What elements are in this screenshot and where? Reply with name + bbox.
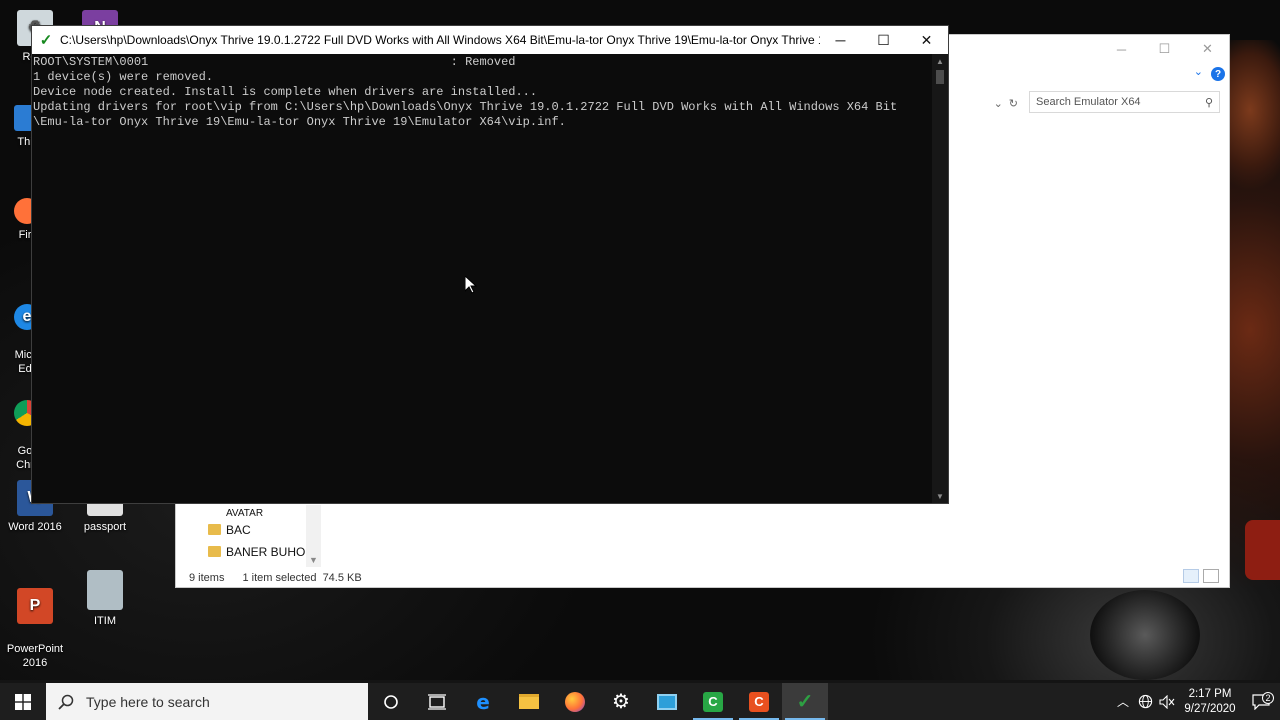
maximize-icon[interactable]: ☐ (1143, 35, 1186, 63)
help-icon[interactable]: ? (1211, 67, 1225, 81)
nav-pane-scrollbar[interactable]: ▼ (306, 505, 321, 567)
navigation-pane: AVATAR BAC BANER BUHOS (176, 505, 321, 565)
desktop-icon-powerpoint[interactable]: P PowerPoint 2016 (0, 574, 70, 670)
console-line: 1 device(s) were removed. (33, 70, 214, 84)
checkmark-icon: ✓ (39, 32, 53, 49)
nav-item-avatar[interactable]: AVATAR (176, 505, 321, 519)
console-output: ROOT\SYSTEM\0001 : Removed 1 device(s) w… (32, 54, 932, 130)
camtasia-green-icon: C (703, 691, 723, 712)
firefox-icon (565, 691, 585, 712)
edge-icon: e (476, 689, 490, 714)
nav-item-bac[interactable]: BAC (176, 519, 321, 541)
desktop-icon-itim[interactable]: ITIM (70, 570, 140, 628)
desktop-icon-label: passport (83, 521, 127, 533)
status-bar: 9 items 1 item selected 74.5 KB (176, 569, 1229, 587)
mouse-cursor-icon (465, 276, 477, 294)
search-icon: ⚲ (1204, 96, 1213, 109)
window-app-icon (657, 693, 677, 710)
desktop-icon-label: ITIM (94, 615, 116, 627)
document-icon (87, 570, 123, 610)
speaker-muted-icon[interactable] (1156, 694, 1178, 709)
chevron-up-icon[interactable]: ︿ (1112, 693, 1134, 710)
desktop-icon-label: PowerPoint 2016 (6, 643, 64, 669)
status-item-count: 9 items (189, 572, 225, 584)
status-selection: 1 item selected 74.5 KB (242, 572, 362, 584)
taskbar-file-explorer[interactable] (506, 683, 552, 720)
task-view-icon (428, 693, 446, 710)
folder-icon (208, 546, 221, 557)
large-icons-view-icon[interactable] (1203, 569, 1219, 583)
wallpaper-red-shape (1245, 520, 1280, 580)
console-window-controls: ─ ☐ ✕ (819, 26, 948, 54)
system-tray: ︿ 2:17 PM 9/27/2020 2 (1112, 683, 1280, 720)
nav-item-label: BANER BUHOS (226, 545, 314, 559)
console-scrollbar[interactable]: ▲ ▼ (932, 54, 948, 503)
taskbar-firefox[interactable] (552, 683, 598, 720)
scroll-down-icon[interactable]: ▼ (932, 489, 948, 503)
cortana-icon (384, 694, 398, 709)
desktop-icon-label: Word 2016 (8, 521, 62, 533)
details-view-icon[interactable] (1183, 569, 1199, 583)
task-view-button[interactable] (414, 683, 460, 720)
taskbar: Type here to search e ⚙ C C ✓ ︿ 2:17 PM … (0, 683, 1280, 720)
close-button[interactable]: ✕ (905, 26, 948, 54)
taskbar-app-window[interactable] (644, 683, 690, 720)
start-button[interactable] (0, 683, 46, 720)
taskbar-settings[interactable]: ⚙ (598, 683, 644, 720)
taskbar-camtasia-green[interactable]: C (690, 683, 736, 720)
notification-count-badge: 2 (1262, 691, 1274, 704)
close-icon[interactable]: ✕ (1186, 35, 1229, 63)
taskbar-search-box[interactable]: Type here to search (46, 683, 368, 720)
console-title: C:\Users\hp\Downloads\Onyx Thrive 19.0.1… (60, 33, 820, 47)
clock-date: 9/27/2020 (1184, 702, 1236, 715)
powerpoint-icon: P (17, 588, 53, 624)
camtasia-orange-icon: C (749, 691, 769, 712)
console-window[interactable]: ✓ C:\Users\hp\Downloads\Onyx Thrive 19.0… (31, 25, 949, 504)
console-line: ROOT\SYSTEM\0001 : Removed (33, 55, 516, 69)
cortana-button[interactable] (368, 683, 414, 720)
taskbar-edge[interactable]: e (460, 683, 506, 720)
ribbon-expand-icon[interactable]: ⌄ (1194, 65, 1203, 78)
network-globe-icon[interactable] (1134, 694, 1156, 709)
view-toggle (1183, 569, 1219, 583)
search-input[interactable]: Search Emulator X64 ⚲ (1029, 91, 1220, 113)
scroll-thumb[interactable] (936, 70, 944, 84)
maximize-button[interactable]: ☐ (862, 26, 905, 54)
refresh-icon[interactable]: ↻ (1009, 97, 1018, 110)
console-line: Updating drivers for root\vip from C:\Us… (33, 100, 898, 114)
folder-icon (208, 524, 221, 535)
console-line: \Emu-la-tor Onyx Thrive 19\Emu-la-tor On… (33, 115, 566, 129)
action-center-button[interactable]: 2 (1242, 691, 1280, 710)
taskbar-search-placeholder: Type here to search (86, 693, 210, 710)
taskbar-console-check[interactable]: ✓ (782, 683, 828, 720)
desktop-icon-label: Fir (18, 229, 32, 241)
search-placeholder: Search Emulator X64 (1036, 96, 1141, 108)
taskbar-clock[interactable]: 2:17 PM 9/27/2020 (1178, 687, 1242, 717)
console-titlebar[interactable]: ✓ C:\Users\hp\Downloads\Onyx Thrive 19.0… (32, 26, 948, 54)
nav-item-label: BAC (226, 523, 251, 537)
windows-logo-icon (15, 693, 31, 710)
gear-icon: ⚙ (612, 691, 630, 713)
minimize-icon[interactable]: ─ (1100, 35, 1143, 63)
folder-icon (519, 694, 539, 709)
explorer-window-controls: ─ ☐ ✕ (1100, 35, 1229, 63)
clock-time: 2:17 PM (1188, 687, 1232, 700)
console-line: Device node created. Install is complete… (33, 85, 538, 99)
checkmark-icon: ✓ (796, 691, 814, 713)
minimize-button[interactable]: ─ (819, 26, 862, 54)
taskbar-camtasia-orange[interactable]: C (736, 683, 782, 720)
nav-item-label: AVATAR (226, 508, 264, 519)
nav-item-baner-buhos[interactable]: BANER BUHOS (176, 541, 321, 563)
scroll-up-icon[interactable]: ▲ (932, 54, 948, 68)
address-bar-end: ⌄ ↻ (948, 92, 1022, 114)
wallpaper-metal-shape (1090, 590, 1200, 680)
chevron-down-icon[interactable]: ⌄ (994, 97, 1003, 110)
search-icon (58, 694, 74, 710)
